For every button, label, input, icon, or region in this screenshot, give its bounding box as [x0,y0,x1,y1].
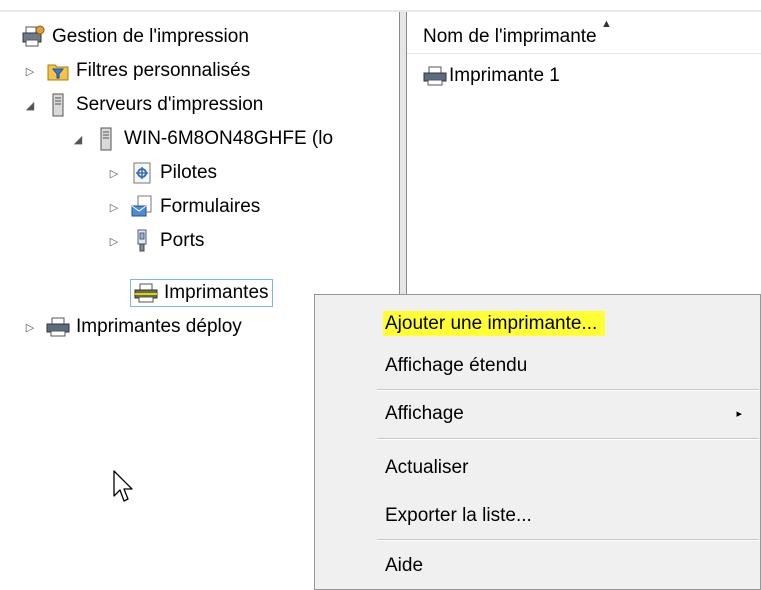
list-column-header[interactable]: ▲ Nom de l'imprimante [407,18,761,54]
menu-item-label: Actualiser [385,457,469,478]
menu-item-view[interactable]: Affichage ▸ [375,395,760,433]
tree-item-root[interactable]: Gestion de l'impression [22,20,249,54]
list-item[interactable]: Imprimante 1 [423,64,560,88]
expand-icon[interactable]: ▷ [106,235,122,248]
menu-item-label: Ajouter une imprimante... [383,311,606,336]
submenu-arrow-icon: ▸ [736,408,742,420]
tree-item-print-servers[interactable]: ◢ Serveurs d'impression [22,88,263,122]
tree-item-custom-filters[interactable]: ▷ Filtres personnalisés [22,54,250,88]
printer-icon [46,315,70,339]
tree-item-label: Filtres personnalisés [76,60,251,81]
tree-item-label: Serveurs d'impression [76,94,264,115]
menu-item-help[interactable]: Aide [375,547,760,585]
column-printer-name[interactable]: Nom de l'imprimante [423,26,597,48]
tree-item-forms[interactable]: ▷ Formulaires [106,190,260,224]
tree-item-label: Imprimantes [164,282,269,303]
print-management-icon [22,25,46,49]
menu-separator [377,438,759,440]
menu-item-export-list[interactable]: Exporter la liste... [375,497,760,535]
filter-folder-icon [46,59,70,83]
menu-item-label: Aide [385,555,424,576]
expand-icon[interactable]: ▷ [106,167,122,180]
selected-tree-item[interactable]: Imprimantes [130,279,273,307]
forms-icon [130,195,154,219]
tree-item-printers[interactable]: Imprimantes [130,276,273,310]
context-menu: Ajouter une imprimante... Affichage éten… [314,294,761,590]
menu-item-label: Affichage étendu [385,355,528,376]
menu-item-extended-view[interactable]: Affichage étendu [375,347,760,385]
menu-item-label: Exporter la liste... [385,505,532,526]
server-icon [46,93,70,117]
tree-item-ports[interactable]: ▷ Ports [106,224,204,258]
print-management-window: Gestion de l'impression ▷ Filtres person… [0,0,761,590]
printer-icon [423,64,447,88]
collapse-icon[interactable]: ◢ [22,99,38,112]
drivers-icon [130,161,154,185]
expand-icon[interactable]: ▷ [106,201,122,214]
port-icon [130,229,154,253]
tree-item-label: WIN-6M8ON48GHFE (lo [124,128,334,149]
tree-item-label: Formulaires [160,196,261,217]
menu-item-add-printer[interactable]: Ajouter une imprimante... [375,305,760,343]
expand-icon[interactable]: ▷ [22,65,38,78]
mouse-cursor-icon [113,470,135,509]
tree-item-deployed-printers[interactable]: ▷ Imprimantes déploy [22,310,242,344]
menu-separator [377,389,759,391]
menu-separator [377,539,759,541]
server-icon [94,127,118,151]
sort-ascending-icon: ▲ [601,18,612,30]
collapse-icon[interactable]: ◢ [70,133,86,146]
tree-item-label: Gestion de l'impression [52,26,249,47]
list-item-label: Imprimante 1 [449,65,560,86]
tree-item-server-win[interactable]: ◢ WIN-6M8ON48GHFE (lo [70,122,333,156]
tree-item-label: Imprimantes déploy [76,316,242,337]
menu-item-label: Affichage [385,403,464,424]
tree-item-label: Ports [160,230,205,251]
tree-item-label: Pilotes [160,162,218,183]
printer-icon [134,281,158,305]
expand-icon[interactable]: ▷ [22,321,38,334]
menu-gutter [315,295,375,589]
menu-item-refresh[interactable]: Actualiser [375,449,760,487]
tree-item-drivers[interactable]: ▷ Pilotes [106,156,217,190]
